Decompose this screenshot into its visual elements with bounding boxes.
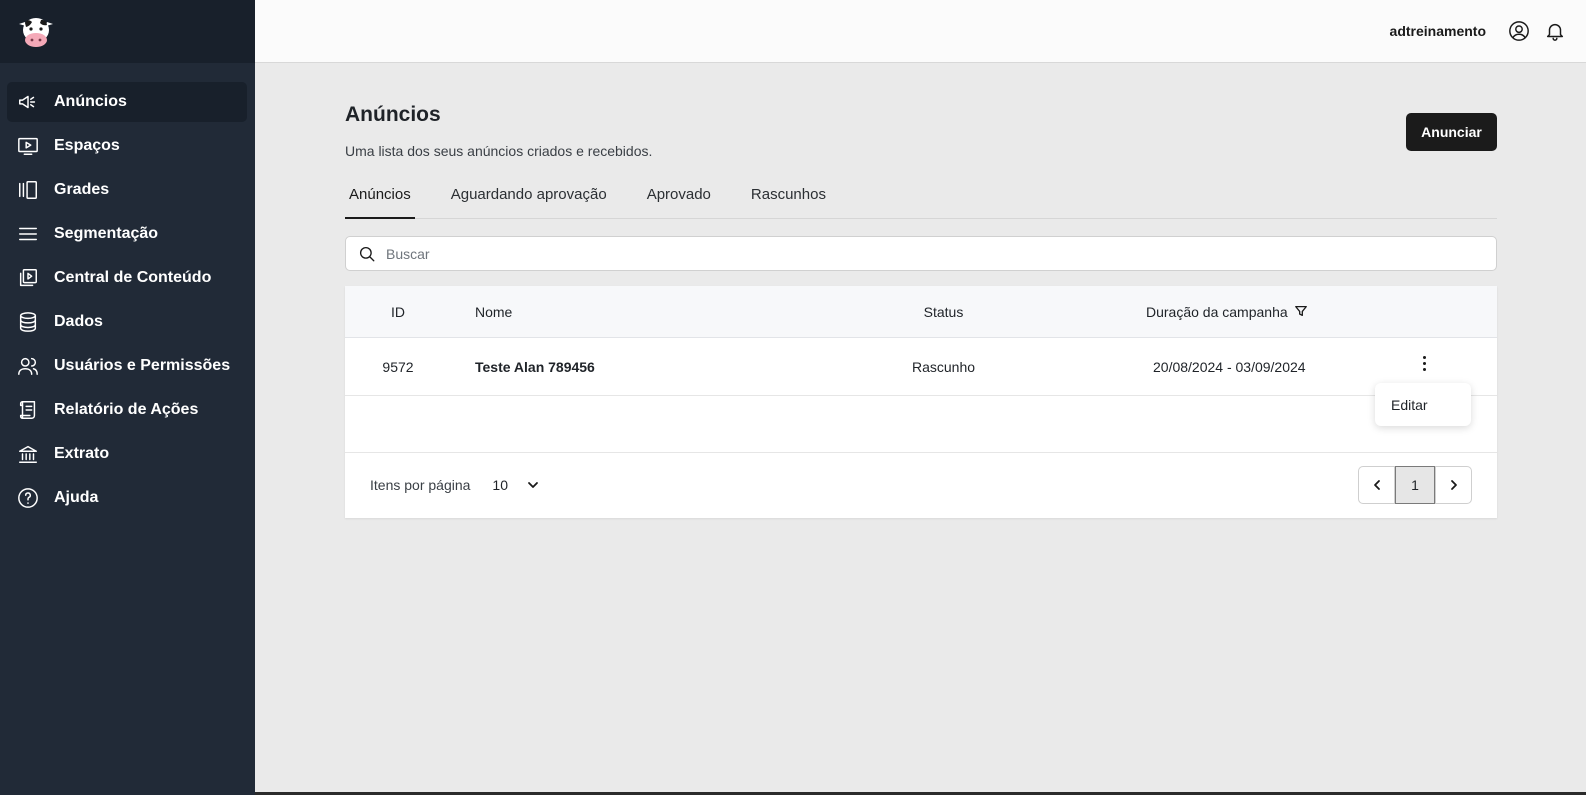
sidebar-item-relatorio[interactable]: Relatório de Ações xyxy=(7,390,247,430)
next-page-button[interactable] xyxy=(1435,466,1472,504)
table-row[interactable]: 9572 Teste Alan 789456 Rascunho 20/08/20… xyxy=(345,338,1497,396)
top-header: adtreinamento xyxy=(255,0,1586,63)
sidebar-item-label: Espaços xyxy=(54,137,120,154)
page-subtitle: Uma lista dos seus anúncios criados e re… xyxy=(345,143,653,159)
row-actions-menu-edit[interactable]: Editar xyxy=(1375,383,1471,426)
tab-aprovado[interactable]: Aprovado xyxy=(643,176,715,219)
previous-page-button[interactable] xyxy=(1358,466,1395,504)
sidebar-item-label: Usuários e Permissões xyxy=(54,357,231,374)
bank-icon xyxy=(16,442,40,466)
column-header-duracao[interactable]: Duração da campanha xyxy=(1046,304,1386,320)
scroll-icon xyxy=(16,398,40,422)
sidebar-item-label: Anúncios xyxy=(54,93,127,110)
sidebar-item-label: Grades xyxy=(54,181,110,198)
sidebar-item-label: Ajuda xyxy=(54,489,99,506)
per-page-label: Itens por página xyxy=(370,477,471,493)
search-input[interactable] xyxy=(386,245,1476,262)
sidebar-logo-area xyxy=(0,0,255,63)
cell-id: 9572 xyxy=(382,358,414,375)
tabs: Anúncios Aguardando aprovação Aprovado R… xyxy=(345,176,1497,219)
ads-table: ID Nome Status Duração da campanha 9572 … xyxy=(345,286,1497,518)
cell-status: Rascunho xyxy=(911,358,976,375)
search-bar xyxy=(345,236,1497,271)
sidebar-item-espacos[interactable]: Espaços xyxy=(7,126,247,166)
chevron-down-icon[interactable] xyxy=(526,478,540,492)
tab-rascunhos[interactable]: Rascunhos xyxy=(747,176,830,219)
sidebar-item-label: Extrato xyxy=(54,445,110,462)
cell-nome: Teste Alan 789456 xyxy=(475,358,595,375)
column-header-status[interactable]: Status xyxy=(841,304,1046,320)
sidebar-item-label: Central de Conteúdo xyxy=(54,269,212,286)
sidebar-item-label: Relatório de Ações xyxy=(54,401,199,418)
cell-duracao: 20/08/2024 - 03/09/2024 xyxy=(1153,358,1306,375)
pagination: 1 xyxy=(1358,466,1472,504)
column-header-duracao-label: Duração da campanha xyxy=(1146,303,1288,320)
sidebar-nav: Anúncios Espaços Grades Segmentação Cent… xyxy=(0,63,255,518)
cow-logo-icon[interactable] xyxy=(16,15,56,49)
table-footer: Itens por página 10 1 xyxy=(345,453,1497,517)
sidebar-item-dados[interactable]: Dados xyxy=(7,302,247,342)
help-circle-icon xyxy=(16,486,40,510)
column-header-nome[interactable]: Nome xyxy=(451,304,801,320)
menu-lines-icon xyxy=(16,222,40,246)
sidebar-item-ajuda[interactable]: Ajuda xyxy=(7,478,247,518)
chevron-right-icon xyxy=(1450,480,1457,490)
sidebar-item-central-conteudo[interactable]: Central de Conteúdo xyxy=(7,258,247,298)
sidebar-item-grades[interactable]: Grades xyxy=(7,170,247,210)
more-vertical-icon[interactable] xyxy=(1414,352,1434,376)
sidebar-item-anuncios[interactable]: Anúncios xyxy=(7,82,247,122)
search-icon xyxy=(359,246,375,261)
column-header-id[interactable]: ID xyxy=(345,304,451,320)
sidebar: Anúncios Espaços Grades Segmentação Cent… xyxy=(0,0,255,795)
sidebar-item-label: Dados xyxy=(54,313,103,330)
monitor-play-icon xyxy=(16,134,40,158)
users-icon xyxy=(16,354,40,378)
page-number-button[interactable]: 1 xyxy=(1395,466,1435,504)
filter-icon[interactable] xyxy=(1294,304,1310,320)
sidebar-item-label: Segmentação xyxy=(54,225,159,242)
tab-aguardando-aprovacao[interactable]: Aguardando aprovação xyxy=(447,176,611,219)
sidebar-item-segmentacao[interactable]: Segmentação xyxy=(7,214,247,254)
megaphone-icon xyxy=(16,90,40,114)
bell-icon[interactable] xyxy=(1542,18,1568,44)
tab-anuncios[interactable]: Anúncios xyxy=(345,176,415,219)
username[interactable]: adtreinamento xyxy=(1390,23,1486,39)
chevron-left-icon xyxy=(1373,480,1380,490)
sidebar-item-extrato[interactable]: Extrato xyxy=(7,434,247,474)
user-circle-icon[interactable] xyxy=(1506,18,1532,44)
table-empty-space xyxy=(345,396,1497,453)
table-header: ID Nome Status Duração da campanha xyxy=(345,286,1497,338)
per-page-select[interactable]: 10 xyxy=(492,477,508,493)
panels-icon xyxy=(16,178,40,202)
sidebar-item-usuarios[interactable]: Usuários e Permissões xyxy=(7,346,247,386)
cell-actions xyxy=(1386,356,1456,376)
database-icon xyxy=(16,310,40,334)
media-library-icon xyxy=(16,266,40,290)
anunciar-button[interactable]: Anunciar xyxy=(1406,113,1497,151)
page-title: Anúncios xyxy=(345,103,441,126)
